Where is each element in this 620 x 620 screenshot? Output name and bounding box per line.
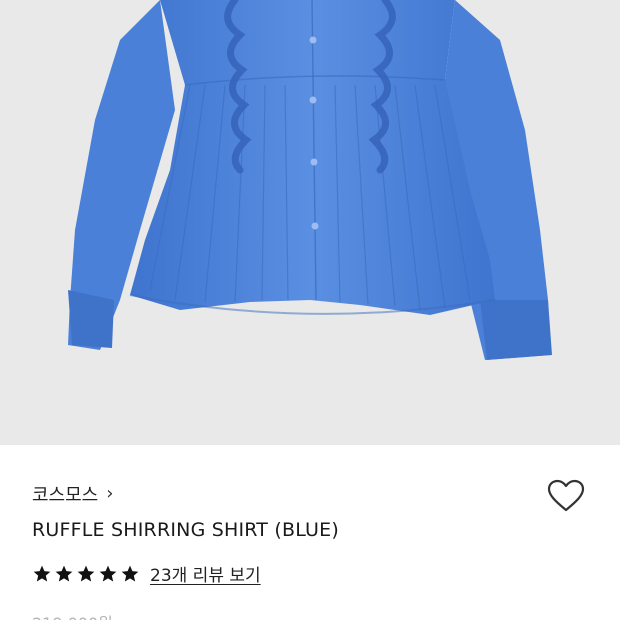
product-info-panel: 코스모스 › RUFFLE SHIRRING SHIRT (BLUE) 23개 … — [0, 445, 620, 620]
star-icon — [121, 565, 139, 581]
star-icon — [77, 565, 95, 581]
brand-name: 코스모스 — [32, 485, 99, 506]
original-price: 219,000원 — [32, 610, 113, 620]
product-detail-page: 코스모스 › RUFFLE SHIRRING SHIRT (BLUE) 23개 … — [0, 0, 620, 620]
chevron-right-icon: › — [106, 483, 114, 504]
star-icon — [99, 565, 117, 581]
heart-outline-icon — [547, 479, 585, 512]
star-rating — [32, 564, 140, 584]
star-icon — [55, 565, 73, 581]
wishlist-button[interactable] — [547, 479, 585, 513]
shirt-illustration — [68, 0, 552, 360]
brand-link[interactable]: 코스모스 › — [32, 481, 113, 507]
review-count-link[interactable]: 23개 리뷰 보기 — [150, 561, 261, 586]
product-title: RUFFLE SHIRRING SHIRT (BLUE) — [32, 519, 339, 541]
star-icon — [33, 565, 51, 581]
product-image[interactable] — [0, 0, 620, 445]
rating-row: 23개 리뷰 보기 — [32, 561, 261, 586]
